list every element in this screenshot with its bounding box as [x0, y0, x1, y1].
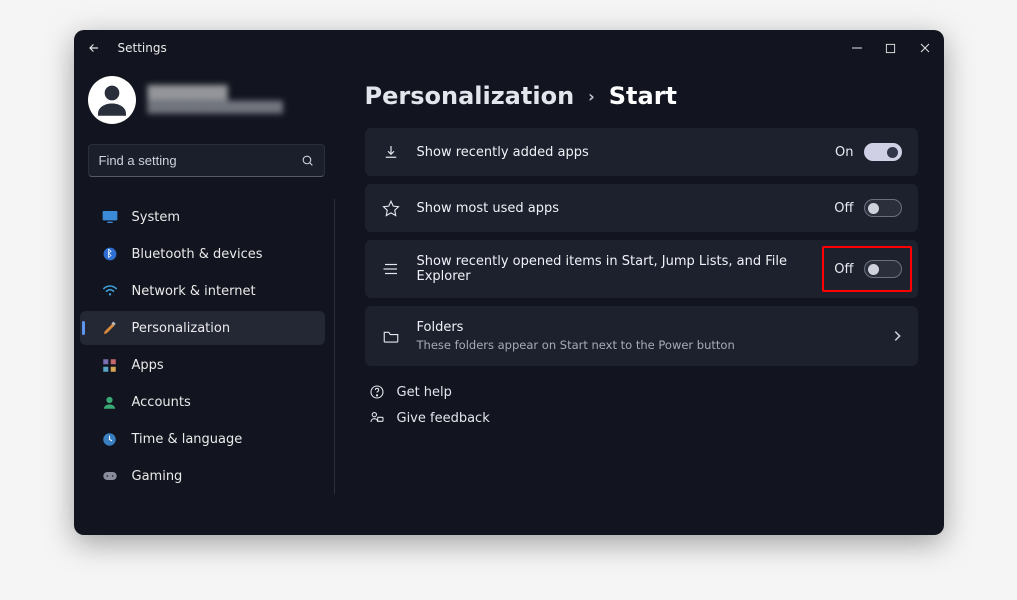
nav-item-network[interactable]: Network & internet: [80, 274, 325, 308]
nav-label: Accounts: [132, 395, 191, 410]
breadcrumb-parent[interactable]: Personalization: [365, 82, 575, 110]
window-controls: [850, 41, 932, 55]
toggle-state-label: On: [835, 145, 853, 160]
setting-title: Show most used apps: [417, 201, 819, 216]
nav-label: System: [132, 210, 180, 225]
nav-item-accounts[interactable]: Accounts: [80, 385, 325, 419]
maximize-button[interactable]: [884, 41, 898, 55]
breadcrumb: Personalization › Start: [365, 82, 918, 110]
bluetooth-icon: [102, 246, 118, 262]
help-icon: [369, 384, 385, 400]
breadcrumb-separator: ›: [588, 87, 595, 106]
search-icon: [301, 154, 314, 167]
folder-icon: [381, 326, 401, 346]
toggle-state-label: Off: [834, 262, 853, 277]
nav-item-personalization[interactable]: Personalization: [80, 311, 325, 345]
accounts-icon: [102, 394, 118, 410]
star-icon: [381, 198, 401, 218]
setting-title: Show recently opened items in Start, Jum…: [417, 254, 819, 284]
paintbrush-icon: [102, 320, 118, 336]
feedback-label: Give feedback: [397, 411, 490, 426]
nav-label: Gaming: [132, 469, 183, 484]
nav-label: Time & language: [132, 432, 243, 447]
list-icon: [381, 259, 401, 279]
nav-item-gaming[interactable]: Gaming: [80, 459, 325, 493]
setting-recently-added[interactable]: Show recently added apps On: [365, 128, 918, 176]
chevron-right-icon: [892, 329, 902, 343]
help-label: Get help: [397, 385, 452, 400]
profile-name: ████████: [148, 86, 283, 101]
system-icon: [102, 209, 118, 225]
get-help-link[interactable]: Get help: [365, 384, 918, 400]
nav-item-apps[interactable]: Apps: [80, 348, 325, 382]
back-button[interactable]: [86, 40, 102, 56]
breadcrumb-current: Start: [609, 82, 677, 110]
setting-folders[interactable]: Folders These folders appear on Start ne…: [365, 306, 918, 366]
nav-label: Network & internet: [132, 284, 256, 299]
setting-subtitle: These folders appear on Start next to th…: [417, 338, 876, 352]
nav: System Bluetooth & devices Network & int…: [74, 199, 335, 494]
feedback-icon: [369, 410, 385, 426]
search-input[interactable]: [99, 153, 293, 168]
gaming-icon: [102, 468, 118, 484]
titlebar: Settings: [74, 30, 944, 66]
nav-item-bluetooth[interactable]: Bluetooth & devices: [80, 237, 325, 271]
toggle-state-label: Off: [834, 201, 853, 216]
profile-block[interactable]: ████████ ████████████████: [74, 74, 339, 138]
clock-globe-icon: [102, 431, 118, 447]
toggle-most-used[interactable]: [864, 199, 902, 217]
search-box[interactable]: [88, 144, 325, 177]
download-icon: [381, 142, 401, 162]
profile-sub: ████████████████: [148, 101, 283, 114]
setting-most-used[interactable]: Show most used apps Off: [365, 184, 918, 232]
sidebar: ████████ ████████████████ System: [74, 66, 339, 535]
minimize-button[interactable]: [850, 41, 864, 55]
setting-title: Folders: [417, 320, 876, 335]
window-title: Settings: [118, 41, 167, 55]
toggle-recently-added[interactable]: [864, 143, 902, 161]
wifi-icon: [102, 283, 118, 299]
give-feedback-link[interactable]: Give feedback: [365, 410, 918, 426]
avatar: [88, 76, 136, 124]
settings-window: Settings ████████ ████████████████: [74, 30, 944, 535]
setting-recent-items[interactable]: Show recently opened items in Start, Jum…: [365, 240, 918, 298]
nav-item-system[interactable]: System: [80, 200, 325, 234]
nav-label: Apps: [132, 358, 164, 373]
profile-text: ████████ ████████████████: [148, 86, 283, 114]
setting-title: Show recently added apps: [417, 145, 820, 160]
toggle-recent-items[interactable]: [864, 260, 902, 278]
main-content: Personalization › Start Show recently ad…: [339, 66, 944, 535]
apps-icon: [102, 357, 118, 373]
close-button[interactable]: [918, 41, 932, 55]
nav-label: Bluetooth & devices: [132, 247, 263, 262]
nav-item-time-language[interactable]: Time & language: [80, 422, 325, 456]
nav-label: Personalization: [132, 321, 231, 336]
